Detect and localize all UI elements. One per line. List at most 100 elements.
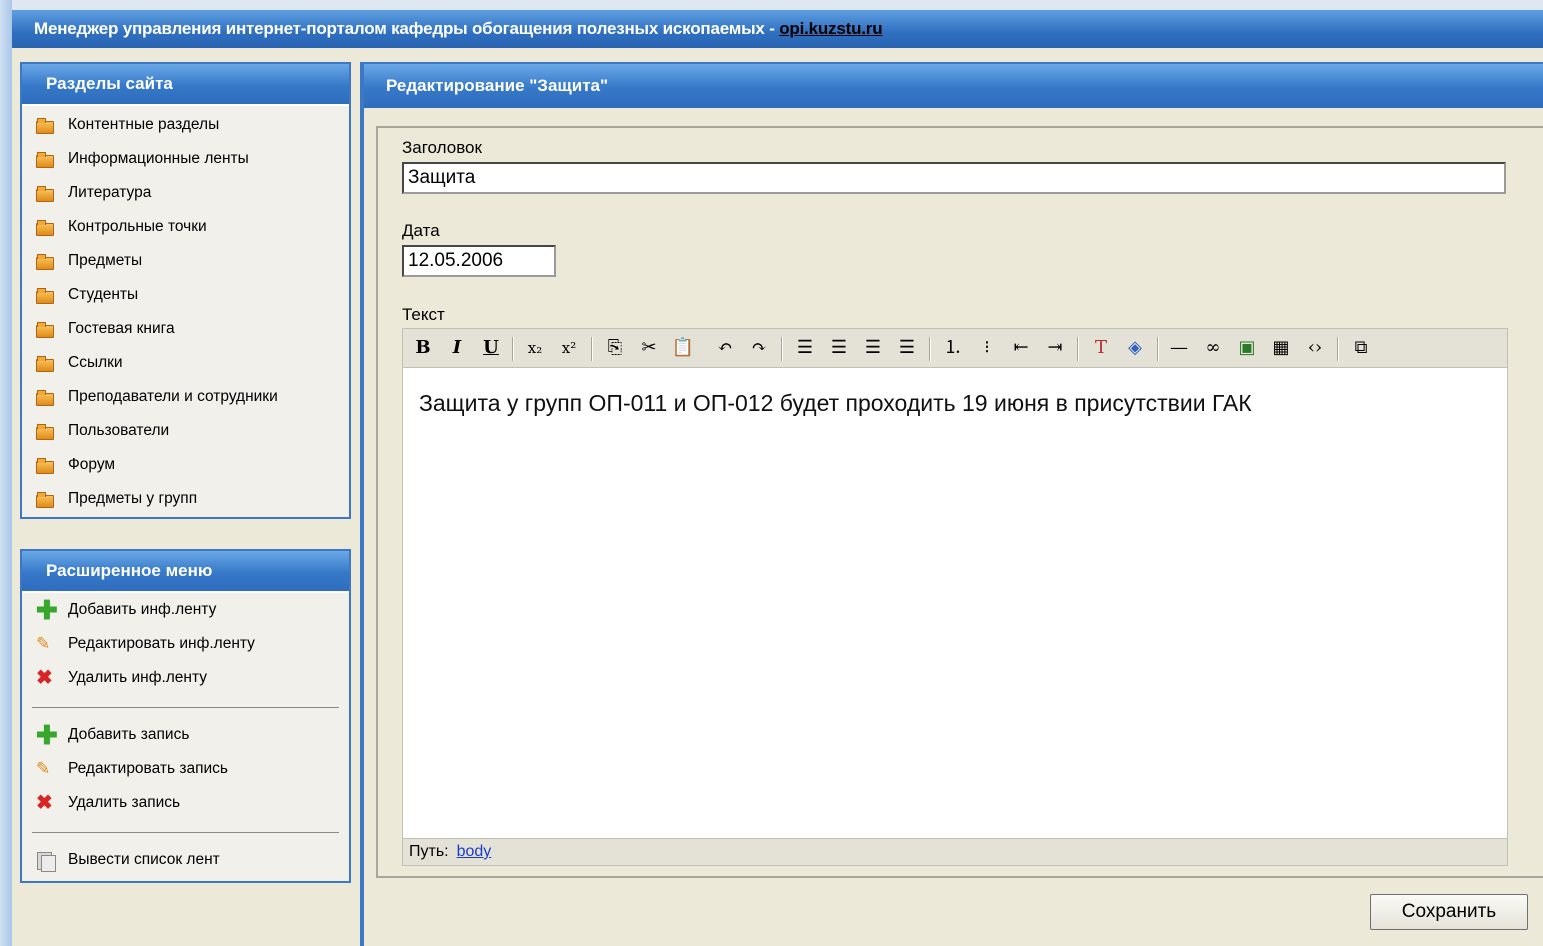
html-source-icon[interactable]: ‹› — [1301, 334, 1329, 362]
link-icon[interactable]: ∞ — [1199, 334, 1227, 362]
edit-panel-title: Редактирование "Защита" — [364, 64, 1543, 108]
ordered-list-icon[interactable]: ⒈ — [939, 334, 967, 362]
section-item-label: Форум — [68, 456, 116, 473]
copy-icon[interactable]: ⎘ — [601, 334, 629, 362]
folder-icon — [36, 423, 54, 440]
date-input[interactable] — [402, 245, 556, 277]
outdent-icon[interactable]: ⇤ — [1007, 334, 1035, 362]
section-item-guestbook[interactable]: Гостевая книга — [22, 312, 349, 346]
folder-icon — [36, 491, 54, 508]
image-icon[interactable]: ▣ — [1233, 334, 1261, 362]
title-input[interactable] — [402, 162, 1506, 194]
section-item-links[interactable]: Ссылки — [22, 346, 349, 380]
edit-feed-button[interactable]: ✎ Редактировать инф.ленту — [22, 627, 349, 661]
menu-item-label: Редактировать запись — [68, 760, 228, 777]
toolbar-separator — [1077, 337, 1079, 361]
text-color-icon[interactable]: T — [1087, 334, 1115, 362]
editor-path-bar: Путь: body — [402, 838, 1508, 866]
folder-icon — [36, 389, 54, 406]
top-strip — [12, 0, 1543, 10]
align-center-icon[interactable]: ☰ — [825, 334, 853, 362]
folder-icon — [36, 355, 54, 372]
text-label: Текст — [402, 305, 445, 324]
section-item-group-subjects[interactable]: Предметы у групп — [22, 482, 349, 516]
redo-icon[interactable]: ↷ — [745, 334, 773, 362]
toolbar-separator — [1337, 337, 1339, 361]
edit-panel: Редактирование "Защита" Заголовок Дата Т… — [360, 62, 1543, 946]
section-item-feeds[interactable]: Информационные ленты — [22, 142, 349, 176]
section-item-label: Гостевая книга — [68, 320, 175, 337]
italic-icon[interactable]: I — [443, 334, 471, 362]
section-item-label: Предметы у групп — [68, 490, 198, 507]
section-item-label: Литература — [68, 184, 152, 201]
table-icon[interactable]: ▦ — [1267, 334, 1295, 362]
section-item-staff[interactable]: Преподаватели и сотрудники — [22, 380, 349, 414]
subscript-icon[interactable]: x₂ — [521, 334, 549, 362]
extended-menu-list: ✚ Добавить инф.ленту ✎ Редактировать инф.л… — [22, 593, 349, 877]
horizontal-rule-icon[interactable]: — — [1165, 334, 1193, 362]
align-left-icon[interactable]: ☰ — [791, 334, 819, 362]
extended-menu-title: Расширенное меню — [22, 551, 349, 593]
app-header: Менеджер управления интернет-порталом ка… — [12, 10, 1543, 48]
bold-icon[interactable]: B — [409, 334, 437, 362]
path-body-link[interactable]: body — [457, 843, 492, 860]
plus-icon: ✚ — [36, 720, 58, 750]
section-item-label: Контрольные точки — [68, 218, 207, 235]
menu-item-label: Удалить инф.ленту — [68, 669, 208, 686]
align-right-icon[interactable]: ☰ — [859, 334, 887, 362]
sections-list: Контентные разделы Информационные ленты … — [22, 106, 349, 516]
list-feeds-button[interactable]: Вывести список лент — [22, 843, 349, 877]
section-item-forum[interactable]: Форум — [22, 448, 349, 482]
menu-item-label: Добавить запись — [68, 726, 190, 743]
menu-item-label: Удалить запись — [68, 794, 181, 811]
menu-divider — [32, 707, 339, 708]
sections-panel: Разделы сайта Контентные разделы Информа… — [20, 62, 351, 519]
paste-icon[interactable]: 📋 — [669, 334, 697, 362]
add-record-button[interactable]: ✚ Добавить запись — [22, 718, 349, 752]
superscript-icon[interactable]: x² — [555, 334, 583, 362]
indent-icon[interactable]: ⇥ — [1041, 334, 1069, 362]
section-item-label: Пользователи — [68, 422, 170, 439]
section-item-subjects[interactable]: Предметы — [22, 244, 349, 278]
folder-icon — [36, 117, 54, 134]
site-link[interactable]: opi.kuzstu.ru — [779, 19, 882, 38]
add-feed-button[interactable]: ✚ Добавить инф.ленту — [22, 593, 349, 627]
section-item-label: Предметы — [68, 252, 143, 269]
edit-record-button[interactable]: ✎ Редактировать запись — [22, 752, 349, 786]
menu-item-label: Вывести список лент — [68, 851, 220, 868]
menu-item-label: Добавить инф.ленту — [68, 601, 217, 618]
section-item-literature[interactable]: Литература — [22, 176, 349, 210]
toolbar-separator — [512, 337, 514, 361]
section-item-students[interactable]: Студенты — [22, 278, 349, 312]
sections-panel-title: Разделы сайта — [22, 64, 349, 106]
folder-icon — [36, 287, 54, 304]
editor-toolbar: B I U x₂ x² ⎘ ✂ 📋 ↶ ↷ ☰ ☰ ☰ ☰ ⒈ ⁝ ⇤ ⇥ T … — [402, 328, 1508, 368]
folder-icon — [36, 151, 54, 168]
section-item-users[interactable]: Пользователи — [22, 414, 349, 448]
path-label: Путь: — [409, 843, 449, 860]
title-label: Заголовок — [402, 138, 482, 157]
fullscreen-icon[interactable]: ⧉ — [1347, 334, 1375, 362]
cut-icon[interactable]: ✂ — [635, 334, 663, 362]
underline-icon[interactable]: U — [477, 334, 505, 362]
section-item-content[interactable]: Контентные разделы — [22, 108, 349, 142]
window-left-edge — [0, 0, 12, 946]
section-item-checkpoints[interactable]: Контрольные точки — [22, 210, 349, 244]
folder-icon — [36, 185, 54, 202]
date-label: Дата — [402, 221, 440, 240]
x-icon: ✖ — [36, 667, 53, 689]
undo-icon[interactable]: ↶ — [711, 334, 739, 362]
menu-divider — [32, 832, 339, 833]
align-justify-icon[interactable]: ☰ — [893, 334, 921, 362]
folder-icon — [36, 457, 54, 474]
save-button[interactable]: Сохранить — [1370, 894, 1528, 930]
text-editor[interactable]: Защита у групп ОП-011 и ОП-012 будет про… — [402, 368, 1508, 838]
unordered-list-icon[interactable]: ⁝ — [973, 334, 1001, 362]
delete-feed-button[interactable]: ✖ Удалить инф.ленту — [22, 661, 349, 695]
edit-form: Заголовок Дата Текст B I U x₂ x² ⎘ ✂ 📋 ↶… — [376, 126, 1543, 878]
delete-record-button[interactable]: ✖ Удалить запись — [22, 786, 349, 820]
background-color-icon[interactable]: ◈ — [1121, 334, 1149, 362]
menu-item-label: Редактировать инф.ленту — [68, 635, 255, 652]
toolbar-separator — [929, 337, 931, 361]
extended-menu-panel: Расширенное меню ✚ Добавить инф.ленту ✎ Ре… — [20, 549, 351, 883]
